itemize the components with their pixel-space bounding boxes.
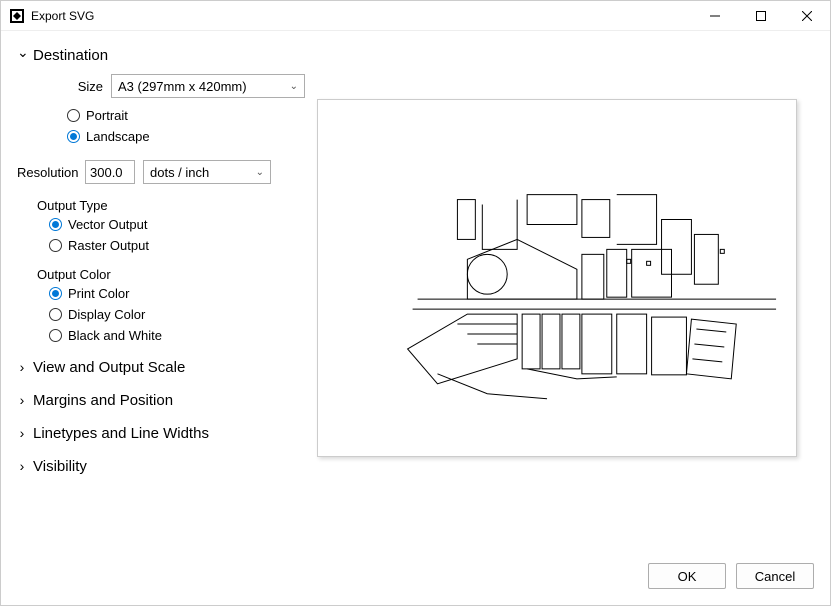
- section-margins-title: Margins and Position: [33, 392, 173, 409]
- window-title: Export SVG: [31, 9, 94, 23]
- resolution-label: Resolution: [17, 165, 77, 180]
- radio-icon: [49, 329, 62, 342]
- app-icon: [9, 8, 25, 24]
- ok-button[interactable]: OK: [648, 563, 726, 589]
- output-color-print-label: Print Color: [68, 286, 129, 301]
- output-type-raster-label: Raster Output: [68, 238, 149, 253]
- output-color-label: Output Color: [37, 267, 305, 282]
- settings-pane: Destination Size A3 (297mm x 420mm) ⌄ Po…: [17, 43, 305, 557]
- resolution-unit-select[interactable]: dots / inch ⌄: [143, 160, 271, 184]
- resolution-value: 300.0: [90, 165, 123, 180]
- output-color-bw-label: Black and White: [68, 328, 162, 343]
- section-view-scale-title: View and Output Scale: [33, 359, 185, 376]
- output-type-label: Output Type: [37, 198, 305, 213]
- chevron-down-icon: [17, 47, 27, 64]
- output-type-vector-label: Vector Output: [68, 217, 148, 232]
- chevron-down-icon: ⌄: [256, 167, 264, 178]
- radio-icon: [67, 130, 80, 143]
- radio-icon: [49, 287, 62, 300]
- cancel-button[interactable]: Cancel: [736, 563, 814, 589]
- ok-button-label: OK: [678, 569, 697, 584]
- output-color-display-label: Display Color: [68, 307, 145, 322]
- radio-icon: [67, 109, 80, 122]
- section-visibility-header[interactable]: Visibility: [17, 456, 305, 477]
- section-linetypes-title: Linetypes and Line Widths: [33, 425, 209, 442]
- orientation-landscape-label: Landscape: [86, 129, 150, 144]
- preview-canvas: [317, 99, 797, 457]
- radio-icon: [49, 239, 62, 252]
- size-label: Size: [17, 79, 103, 94]
- chevron-right-icon: [17, 426, 27, 442]
- chevron-right-icon: [17, 360, 27, 376]
- resolution-input[interactable]: 300.0: [85, 160, 135, 184]
- titlebar: Export SVG: [1, 1, 830, 31]
- section-destination-title: Destination: [33, 47, 108, 64]
- section-visibility-title: Visibility: [33, 458, 87, 475]
- section-view-scale-header[interactable]: View and Output Scale: [17, 357, 305, 378]
- maximize-button[interactable]: [738, 1, 784, 31]
- chevron-right-icon: [17, 393, 27, 409]
- chevron-right-icon: [17, 459, 27, 475]
- resolution-unit-value: dots / inch: [150, 165, 209, 180]
- cancel-button-label: Cancel: [755, 569, 795, 584]
- orientation-portrait-radio[interactable]: Portrait: [67, 108, 305, 123]
- chevron-down-icon: ⌄: [290, 81, 298, 92]
- output-color-display-radio[interactable]: Display Color: [49, 307, 305, 322]
- radio-icon: [49, 308, 62, 321]
- preview-drawing: [318, 100, 796, 457]
- close-button[interactable]: [784, 1, 830, 31]
- section-linetypes-header[interactable]: Linetypes and Line Widths: [17, 423, 305, 444]
- output-color-print-radio[interactable]: Print Color: [49, 286, 305, 301]
- minimize-button[interactable]: [692, 1, 738, 31]
- dialog-button-bar: OK Cancel: [1, 557, 830, 605]
- output-type-raster-radio[interactable]: Raster Output: [49, 238, 305, 253]
- radio-icon: [49, 218, 62, 231]
- section-margins-header[interactable]: Margins and Position: [17, 390, 305, 411]
- section-destination-header[interactable]: Destination: [17, 43, 305, 68]
- output-color-bw-radio[interactable]: Black and White: [49, 328, 305, 343]
- orientation-landscape-radio[interactable]: Landscape: [67, 129, 305, 144]
- output-type-vector-radio[interactable]: Vector Output: [49, 217, 305, 232]
- export-svg-dialog: Export SVG Destination Size A3 (297mm x …: [0, 0, 831, 606]
- orientation-portrait-label: Portrait: [86, 108, 128, 123]
- size-select-value: A3 (297mm x 420mm): [118, 79, 247, 94]
- size-select[interactable]: A3 (297mm x 420mm) ⌄: [111, 74, 305, 98]
